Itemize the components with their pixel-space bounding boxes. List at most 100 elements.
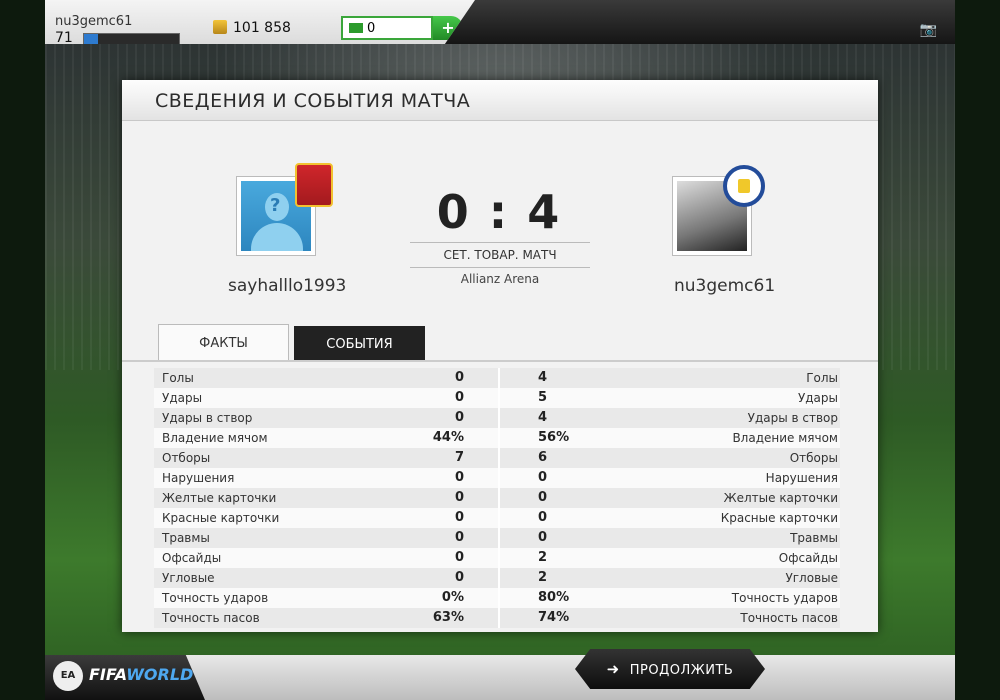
stat-label-home: Удары	[162, 391, 203, 405]
rostov-crest-icon	[723, 165, 765, 207]
stat-value-home: 44%	[432, 430, 464, 445]
stat-value-home: 0	[454, 390, 464, 405]
user-level: 71	[55, 30, 73, 46]
liverpool-crest-icon	[295, 163, 333, 207]
points-value: 0	[367, 21, 376, 36]
tab-underline	[122, 360, 878, 362]
stat-label-home: Угловые	[162, 571, 215, 585]
xp-progress-bar	[83, 33, 180, 44]
xp-progress-fill	[84, 34, 99, 44]
stat-label-home: Удары в створ	[162, 411, 253, 425]
stat-label-home: Точность ударов	[162, 591, 269, 605]
stats-row: Владение мячом 44% 56% Владение мячом	[154, 428, 840, 448]
stats-row: Точность пасов 63% 74% Точность пасов	[154, 608, 840, 628]
fifa-world-logo: EA FIFAWORLD	[45, 655, 205, 700]
continue-label: ПРОДОЛЖИТЬ	[629, 663, 734, 678]
stat-label-away: Травмы	[790, 531, 838, 545]
stat-value-home: 63%	[432, 610, 464, 625]
stat-value-away: 0	[538, 490, 548, 505]
stat-label-home: Желтые карточки	[162, 491, 277, 505]
stat-label-away: Удары в створ	[747, 411, 838, 425]
stat-value-home: 0	[454, 550, 464, 565]
stat-value-home: 0	[454, 510, 464, 525]
stat-value-home: 0%	[441, 590, 464, 605]
stats-row: Голы 0 4 Голы	[154, 368, 840, 388]
stat-value-away: 0	[538, 510, 548, 525]
stat-label-home: Офсайды	[162, 551, 222, 565]
stat-value-away: 2	[538, 550, 548, 565]
stat-value-away: 74%	[538, 610, 570, 625]
home-avatar: ?	[236, 163, 333, 256]
stats-row: Нарушения 0 0 Нарушения	[154, 468, 840, 488]
world-text: WORLD	[126, 665, 194, 684]
divider	[410, 267, 590, 268]
stat-label-home: Красные карточки	[162, 511, 280, 525]
stat-value-away: 0	[538, 470, 548, 485]
coins-icon	[213, 20, 227, 34]
coins-value: 101 858	[233, 20, 291, 36]
footer-bar: EA FIFAWORLD ➜ ПРОДОЛЖИТЬ	[45, 649, 955, 700]
stats-row: Офсайды 0 2 Офсайды	[154, 548, 840, 568]
away-player-name: nu3gemc61	[674, 276, 776, 296]
stat-label-home: Точность пасов	[162, 611, 260, 625]
stat-value-away: 0	[538, 530, 548, 545]
points-balance: 0	[341, 16, 433, 40]
stat-label-away: Удары	[797, 391, 838, 405]
stats-row: Красные карточки 0 0 Красные карточки	[154, 508, 840, 528]
stat-value-home: 0	[454, 470, 464, 485]
stats-row: Угловые 0 2 Угловые	[154, 568, 840, 588]
stat-value-home: 0	[454, 570, 464, 585]
stat-label-away: Офсайды	[778, 551, 838, 565]
stat-value-away: 5	[538, 390, 548, 405]
stats-table: Голы 0 4 Голы Удары 0 5 Удары Удары в створ 0 4 Уда…	[154, 368, 840, 628]
coins-balance: 101 858	[213, 20, 291, 36]
stat-value-away: 4	[538, 410, 548, 425]
stat-label-away: Отборы	[789, 451, 838, 465]
stat-label-home: Травмы	[162, 531, 210, 545]
stat-value-away: 56%	[538, 430, 570, 445]
stat-value-home: 0	[454, 490, 464, 505]
top-bar: nu3gemc61 71 101 858 0 + 📷	[45, 0, 955, 44]
page-title: СВЕДЕНИЯ И СОБЫТИЯ МАТЧА	[155, 90, 471, 112]
divider	[410, 242, 590, 243]
tab-events[interactable]: СОБЫТИЯ	[294, 326, 425, 360]
username: nu3gemc61	[55, 14, 133, 29]
stat-label-away: Нарушения	[765, 471, 838, 485]
stat-value-home: 0	[454, 410, 464, 425]
stat-label-away: Точность ударов	[731, 591, 838, 605]
stat-value-home: 0	[454, 370, 464, 385]
camera-icon[interactable]: 📷	[920, 22, 937, 38]
continue-button[interactable]: ➜ ПРОДОЛЖИТЬ	[575, 649, 765, 689]
stat-value-away: 80%	[538, 590, 570, 605]
stat-label-away: Голы	[806, 371, 838, 385]
stat-value-home: 7	[454, 450, 464, 465]
fifa-logo-text: FIFAWORLD	[89, 665, 193, 684]
stat-value-away: 6	[538, 450, 548, 465]
stats-row: Отборы 7 6 Отборы	[154, 448, 840, 468]
arrow-right-icon: ➜	[606, 660, 620, 678]
stat-value-home: 0	[454, 530, 464, 545]
fifa-text: FIFA	[89, 665, 127, 684]
stat-label-away: Владение мячом	[732, 431, 838, 445]
match-details-panel: СВЕДЕНИЯ И СОБЫТИЯ МАТЧА ? sayhalllo1993…	[122, 80, 878, 632]
points-icon	[349, 23, 363, 33]
add-points-button[interactable]: +	[433, 16, 463, 40]
match-score: 0 : 4	[436, 185, 562, 239]
away-avatar	[672, 165, 765, 256]
stat-label-home: Отборы	[162, 451, 211, 465]
stats-row: Желтые карточки 0 0 Желтые карточки	[154, 488, 840, 508]
stat-label-home: Голы	[162, 371, 194, 385]
stat-label-home: Владение мячом	[162, 431, 268, 445]
stat-value-away: 4	[538, 370, 548, 385]
stat-value-away: 2	[538, 570, 548, 585]
stats-row: Удары в створ 0 4 Удары в створ	[154, 408, 840, 428]
tab-facts[interactable]: ФАКТЫ	[158, 324, 289, 360]
panel-header: СВЕДЕНИЯ И СОБЫТИЯ МАТЧА	[122, 80, 878, 121]
stat-label-away: Угловые	[785, 571, 838, 585]
stat-label-away: Желтые карточки	[723, 491, 838, 505]
stat-label-home: Нарушения	[162, 471, 235, 485]
stat-label-away: Точность пасов	[740, 611, 838, 625]
stats-row: Точность ударов 0% 80% Точность ударов	[154, 588, 840, 608]
stat-label-away: Красные карточки	[720, 511, 838, 525]
match-venue: Allianz Arena	[460, 272, 540, 286]
